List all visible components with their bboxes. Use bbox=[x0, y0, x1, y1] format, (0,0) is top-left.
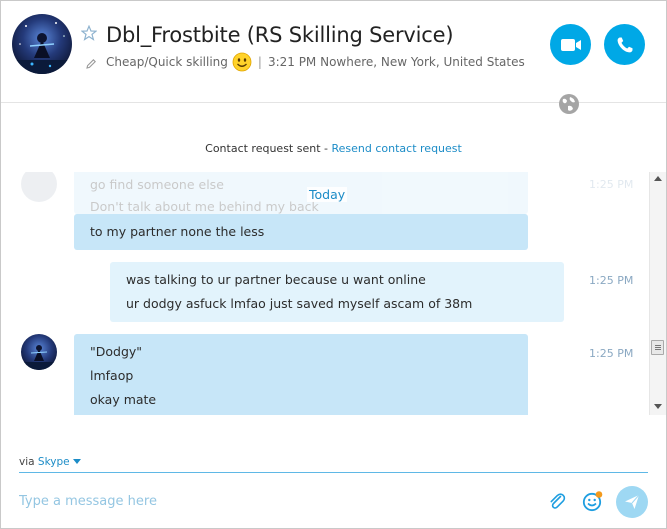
contact-name: Dbl_Frostbite (RS Skilling Service) bbox=[106, 23, 454, 47]
local-time-location: 3:21 PM Nowhere, New York, United States bbox=[267, 55, 525, 69]
send-via-selector[interactable]: via Skype bbox=[19, 456, 81, 468]
message-line: was talking to ur partner because u want… bbox=[126, 272, 426, 287]
send-icon bbox=[625, 494, 640, 509]
compose-divider bbox=[19, 472, 648, 473]
status-row: Cheap/Quick skilling | 3:21 PM Nowhere, … bbox=[106, 52, 525, 72]
message-line: "Dodgy" bbox=[90, 344, 143, 359]
conversation-window: Dbl_Frostbite (RS Skilling Service) Chea… bbox=[0, 0, 667, 529]
phone-call-icon bbox=[617, 37, 632, 52]
contact-request-text: Contact request sent - bbox=[205, 142, 332, 155]
message-input[interactable] bbox=[19, 490, 519, 512]
contact-avatar[interactable] bbox=[12, 14, 72, 74]
message-time: 1:25 PM bbox=[589, 274, 634, 287]
message-line: okay mate bbox=[90, 392, 157, 407]
send-button[interactable] bbox=[616, 486, 648, 518]
message-line: Don't talk about me behind my back bbox=[90, 199, 319, 214]
scroll-thumb[interactable] bbox=[651, 340, 664, 355]
message-bubble: go find someone else Don't talk about me… bbox=[74, 172, 528, 214]
audio-call-button[interactable] bbox=[604, 24, 645, 65]
chevron-down-icon[interactable] bbox=[72, 459, 81, 464]
conversation-header: Dbl_Frostbite (RS Skilling Service) Chea… bbox=[1, 1, 666, 103]
smiley-icon bbox=[232, 52, 252, 72]
video-call-icon bbox=[560, 38, 581, 51]
message-bubble[interactable]: "Dodgy" lmfaop okay mate bbox=[74, 334, 528, 415]
message-line: ur dodgy asfuck lmfao just saved myself … bbox=[126, 296, 473, 311]
contact-request-notice: Contact request sent - Resend contact re… bbox=[1, 142, 666, 155]
message-bubble[interactable]: was talking to ur partner because u want… bbox=[110, 262, 564, 322]
scroll-up-arrow-icon[interactable] bbox=[654, 176, 662, 181]
scroll-down-arrow-icon[interactable] bbox=[654, 404, 662, 409]
mood-message: Cheap/Quick skilling bbox=[106, 55, 228, 69]
via-service[interactable]: Skype bbox=[38, 456, 70, 468]
video-call-button[interactable] bbox=[550, 24, 591, 65]
globe-icon[interactable] bbox=[558, 93, 580, 115]
resend-contact-request-link[interactable]: Resend contact request bbox=[332, 142, 462, 155]
emoticon-icon[interactable] bbox=[582, 490, 604, 512]
status-separator: | bbox=[257, 55, 262, 69]
message-line: to my partner none the less bbox=[90, 224, 265, 239]
message-time: 1:25 PM bbox=[589, 178, 634, 191]
conversation-area[interactable]: go find someone else Don't talk about me… bbox=[1, 172, 648, 415]
conversation-scrollbar[interactable] bbox=[649, 172, 666, 415]
pen-icon bbox=[85, 55, 97, 69]
via-label: via bbox=[19, 456, 35, 468]
message-line: go find someone else bbox=[90, 177, 224, 192]
message-time: 1:25 PM bbox=[589, 347, 634, 360]
avatar[interactable] bbox=[21, 334, 57, 370]
paperclip-icon[interactable] bbox=[547, 491, 567, 511]
message-bubble[interactable]: to my partner none the less bbox=[74, 214, 528, 250]
avatar bbox=[21, 172, 57, 202]
favorite-star-icon[interactable] bbox=[80, 24, 98, 41]
message-line: lmfaop bbox=[90, 368, 134, 383]
day-separator: Today bbox=[307, 187, 348, 202]
